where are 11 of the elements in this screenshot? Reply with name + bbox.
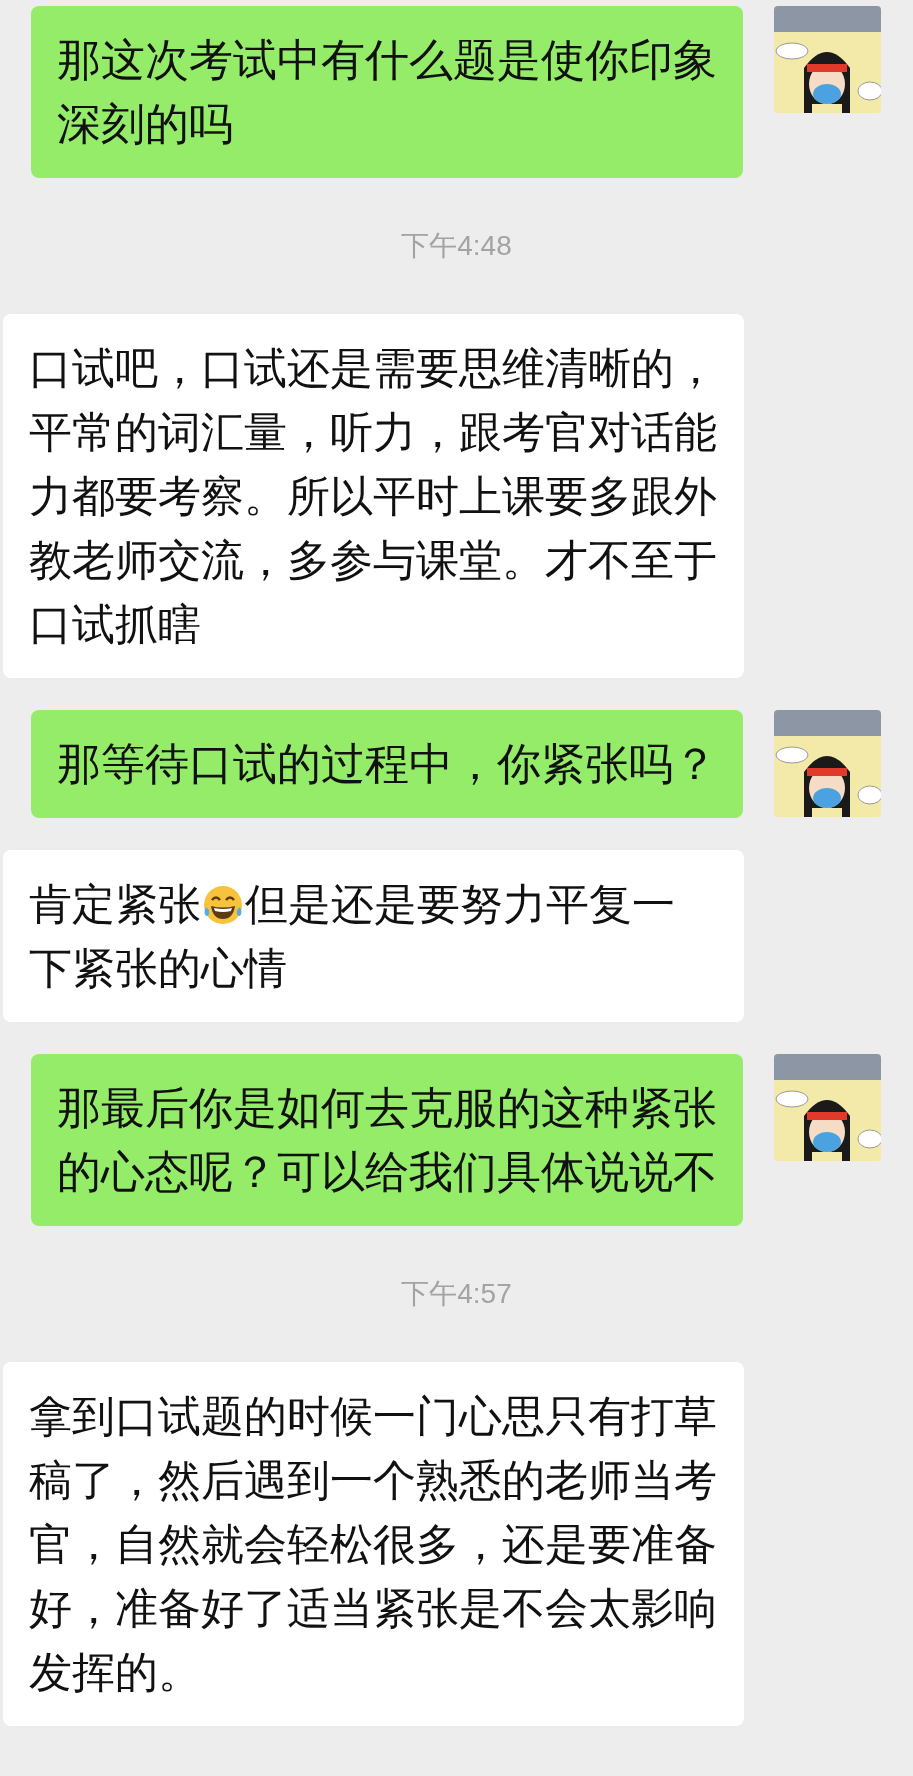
message-text: 但是还是要努力平复一 bbox=[245, 880, 675, 928]
message-text: 下紧张的心情 bbox=[29, 944, 287, 992]
received-message: 口试吧，口试还是需要思维清晰的，平常的词汇量，听力，跟考官对话能力都要考察。所以平时上课要多跟外教老师交流，多参与课堂。才不至于口试抓瞎 bbox=[3, 314, 744, 678]
sent-message: 那最后你是如何去克服的这种紧张的心态呢？可以给我们具体说说不 bbox=[31, 1054, 743, 1226]
sent-message: 那这次考试中有什么题是使你印象深刻的吗 bbox=[31, 6, 743, 178]
timestamp: 下午4:57 bbox=[401, 1277, 512, 1311]
timestamp: 下午4:48 bbox=[401, 229, 512, 263]
message-text: 肯定紧张 bbox=[29, 880, 201, 928]
sent-message: 那等待口试的过程中，你紧张吗？ bbox=[31, 710, 743, 818]
received-message: 拿到口试题的时候一门心思只有打草稿了，然后遇到一个熟悉的老师当考官，自然就会轻松很多，还是要准备好，准备好了适当紧张是不会太影响发挥的。 bbox=[3, 1362, 744, 1726]
laughing-face-icon bbox=[201, 883, 245, 927]
